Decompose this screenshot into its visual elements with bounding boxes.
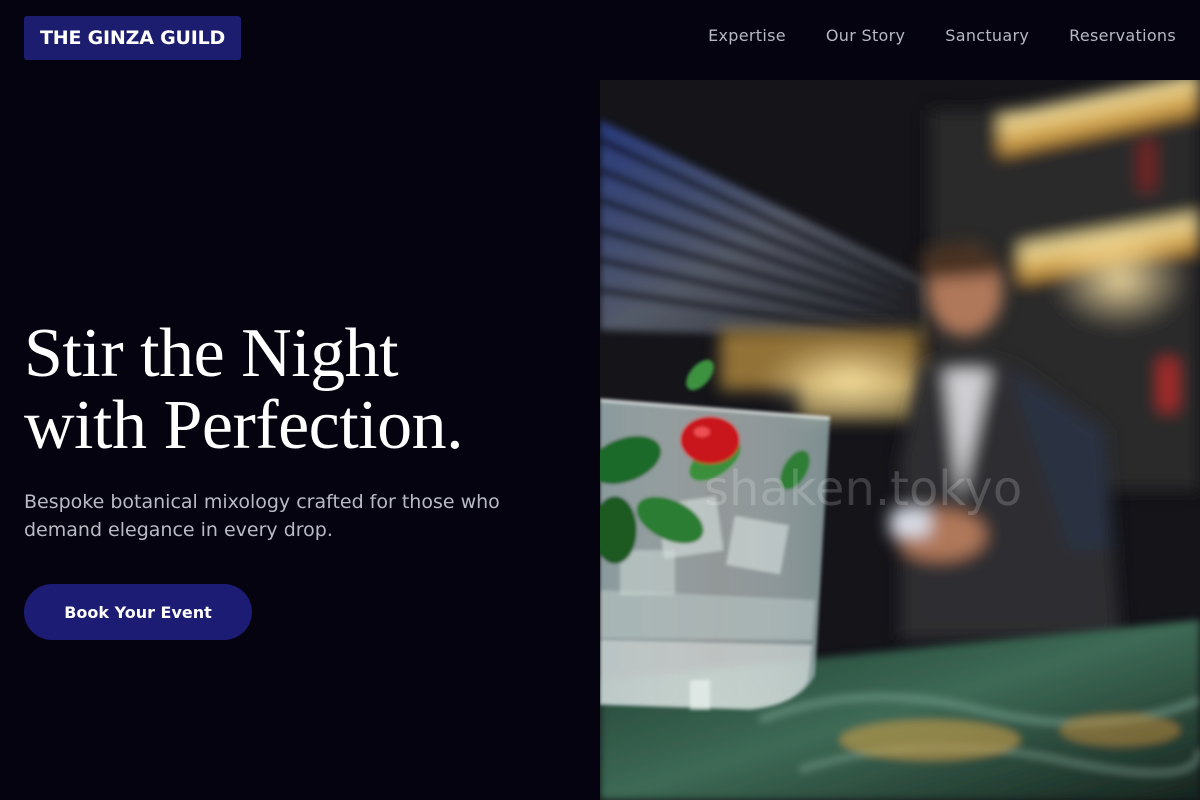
hero-headline-line2: with Perfection. [24, 387, 464, 464]
book-event-button[interactable]: Book Your Event [24, 584, 252, 640]
nav-item-reservations[interactable]: Reservations [1069, 25, 1176, 47]
site-header: THE GINZA GUILD Expertise Our Story Sanc… [0, 0, 1200, 80]
main-nav: Expertise Our Story Sanctuary Reservatio… [708, 25, 1176, 47]
hero-headline: Stir the Night with Perfection. [24, 318, 584, 462]
nav-item-our-story[interactable]: Our Story [826, 25, 905, 47]
hero-photo: shaken.tokyo [600, 80, 1200, 800]
nav-item-sanctuary[interactable]: Sanctuary [945, 25, 1029, 47]
cocktail-bar-image: shaken.tokyo [600, 80, 1200, 800]
nav-item-expertise[interactable]: Expertise [708, 25, 786, 47]
hero-subtext: Bespoke botanical mixology crafted for t… [24, 491, 500, 541]
brand-logo[interactable]: THE GINZA GUILD [24, 16, 242, 60]
hero-headline-line1: Stir the Night [24, 315, 399, 392]
photo-watermark: shaken.tokyo [704, 461, 1022, 517]
